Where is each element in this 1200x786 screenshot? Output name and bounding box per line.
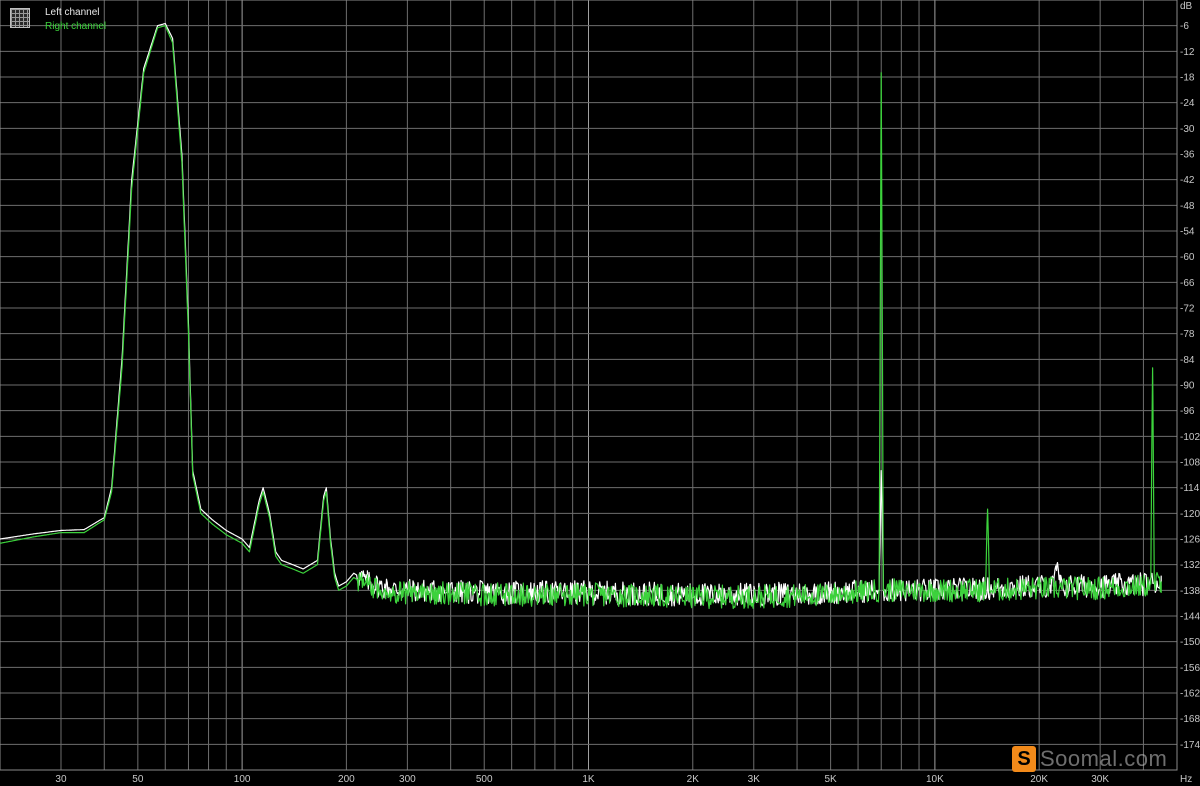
x-axis-ticks: 30 50 100 200 300 500 1K 2K 3K 5K 10K 20K 30K: [55, 774, 1109, 785]
x-tick-label: 3K: [748, 774, 761, 785]
y-tick-label: -42: [1180, 175, 1195, 186]
legend-left-channel: Left channel: [45, 7, 100, 18]
y-axis-unit: dB: [1180, 1, 1193, 12]
x-tick-label: 100: [234, 774, 251, 785]
y-tick-label: -78: [1180, 329, 1195, 340]
y-tick-label: -150: [1180, 637, 1200, 648]
x-tick-label: 30K: [1091, 774, 1109, 785]
y-tick-label: -96: [1180, 406, 1195, 417]
y-tick-label: -144: [1180, 612, 1200, 623]
x-tick-label: 200: [338, 774, 355, 785]
y-tick-label: -102: [1180, 432, 1200, 443]
x-tick-label: 1K: [582, 774, 595, 785]
grid-icon: [10, 8, 30, 28]
y-tick-label: -168: [1180, 714, 1200, 725]
y-tick-label: -138: [1180, 586, 1200, 597]
y-tick-label: -156: [1180, 663, 1200, 674]
spectrum-chart: -6 -12 -18 -24 -30 -36 -42 -48 -54 -60 -66 -72 -78 -8…: [0, 0, 1200, 785]
y-tick-label: -72: [1180, 304, 1195, 315]
y-tick-label: -132: [1180, 560, 1200, 571]
legend-labels: Left channel Right channel: [45, 6, 106, 34]
y-tick-label: -126: [1180, 535, 1200, 546]
y-tick-label: -108: [1180, 458, 1200, 469]
watermark: S Soomal.com: [1012, 744, 1167, 774]
y-tick-label: -12: [1180, 47, 1195, 58]
y-tick-label: -48: [1180, 201, 1195, 212]
y-tick-label: -162: [1180, 689, 1200, 700]
y-tick-label: -84: [1180, 355, 1195, 366]
x-tick-label: 20K: [1030, 774, 1048, 785]
y-tick-label: -30: [1180, 124, 1195, 135]
x-tick-label: 50: [132, 774, 144, 785]
y-axis-ticks: -6 -12 -18 -24 -30 -36 -42 -48 -54 -60 -66 -72 -78 -8…: [1180, 21, 1200, 751]
y-tick-label: -24: [1180, 98, 1195, 109]
y-tick-label: -54: [1180, 227, 1195, 238]
x-tick-label: 30: [55, 774, 67, 785]
x-tick-label: 10K: [926, 774, 944, 785]
y-tick-label: -174: [1180, 740, 1200, 751]
y-tick-label: -60: [1180, 252, 1195, 263]
legend-right-channel: Right channel: [45, 21, 107, 32]
soomal-logo-icon: S: [1012, 746, 1036, 772]
y-tick-label: -114: [1180, 483, 1200, 494]
x-tick-label: 5K: [824, 774, 837, 785]
x-tick-label: 300: [399, 774, 416, 785]
x-axis-unit: Hz: [1180, 774, 1192, 785]
y-tick-label: -90: [1180, 381, 1195, 392]
x-tick-label: 500: [476, 774, 493, 785]
y-tick-label: -66: [1180, 278, 1195, 289]
y-tick-label: -36: [1180, 150, 1195, 161]
y-tick-label: -18: [1180, 73, 1195, 84]
watermark-text: Soomal.com: [1040, 746, 1168, 771]
y-tick-label: -120: [1180, 509, 1200, 520]
y-tick-label: -6: [1180, 21, 1189, 32]
x-tick-label: 2K: [687, 774, 700, 785]
